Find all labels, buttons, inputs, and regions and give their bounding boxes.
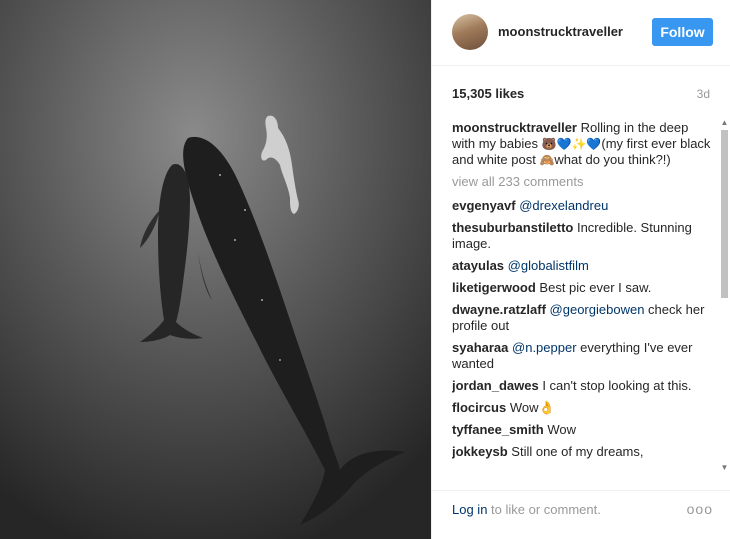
post-photo[interactable] [0,0,431,539]
comment-item: jordan_dawes I can't stop looking at thi… [452,378,714,394]
comment-username[interactable]: tyffanee_smith [452,422,544,437]
follow-button[interactable]: Follow [652,18,713,46]
more-options-icon[interactable]: ooo [687,501,713,517]
post-header: moonstrucktraveller Follow [432,0,730,66]
caption-text-3: what do you think?!) [554,152,671,167]
comment-item: liketigerwood Best pic ever I saw. [452,280,714,296]
comment-text: Wow [547,422,577,437]
comment-username[interactable]: evgenyavf [452,198,516,213]
login-prompt: Log in to like or comment. [452,502,601,517]
comment-username[interactable]: jokkeysb [452,444,508,459]
comment-username[interactable]: flocircus [452,400,506,415]
comment-item: flocircus Wow👌 [452,400,714,416]
comment-item: atayulas @globalistfilm [452,258,714,274]
comment-item: tyffanee_smith Wow [452,422,714,438]
comment-mention[interactable]: @georgiebowen [550,302,645,317]
login-link[interactable]: Log in [452,502,487,517]
comment-text: Wow👌 [509,400,555,415]
comment-text: Still one of my dreams, [511,444,644,459]
comment-text: I can't stop looking at this. [542,378,692,393]
comment-item: thesuburbanstiletto Incredible. Stunning… [452,220,714,252]
comment-mention[interactable]: @drexelandreu [519,198,608,213]
comment-item: syaharaa @n.pepper everything I've ever … [452,340,714,372]
post-side-panel: moonstrucktraveller Follow 15,305 likes … [431,0,730,539]
comment-item: evgenyavf @drexelandreu [452,198,714,214]
caption: moonstrucktraveller Rolling in the deep … [452,120,714,168]
comments-scrollbar[interactable]: ▲ ▼ [720,118,729,478]
comment-text: Best pic ever I saw. [539,280,652,295]
scroll-up-arrow-icon[interactable]: ▲ [720,118,729,127]
comment-username[interactable]: jordan_dawes [452,378,539,393]
comment-username[interactable]: dwayne.ratzlaff [452,302,546,317]
comment-username[interactable]: atayulas [452,258,504,273]
scrollbar-thumb[interactable] [721,130,728,298]
comment-username[interactable]: syaharaa [452,340,508,355]
caption-emoji-1: 🐻💙✨💙 [541,137,602,151]
header-username[interactable]: moonstrucktraveller [498,24,623,39]
comment-item: dwayne.ratzlaff @georgiebowen check her … [452,302,714,334]
comment-username[interactable]: thesuburbanstiletto [452,220,573,235]
caption-emoji-2: 🙈 [539,153,555,167]
caption-username[interactable]: moonstrucktraveller [452,120,577,135]
login-prompt-suffix: to like or comment. [487,502,601,517]
comment-mention[interactable]: @n.pepper [512,340,577,355]
post-time[interactable]: 3d [697,87,710,101]
likes-count[interactable]: 15,305 likes [452,86,524,101]
scroll-down-arrow-icon[interactable]: ▼ [720,463,729,472]
avatar[interactable] [452,14,488,50]
view-all-comments-link[interactable]: view all 233 comments [452,174,714,190]
comment-item: jokkeysb Still one of my dreams, [452,444,714,460]
whale-photo-graphic [0,0,431,539]
comment-mention[interactable]: @globalistfilm [508,258,589,273]
comment-username[interactable]: liketigerwood [452,280,536,295]
comments-list: moonstrucktraveller Rolling in the deep … [452,120,714,480]
post-footer: Log in to like or comment. ooo [432,490,730,539]
